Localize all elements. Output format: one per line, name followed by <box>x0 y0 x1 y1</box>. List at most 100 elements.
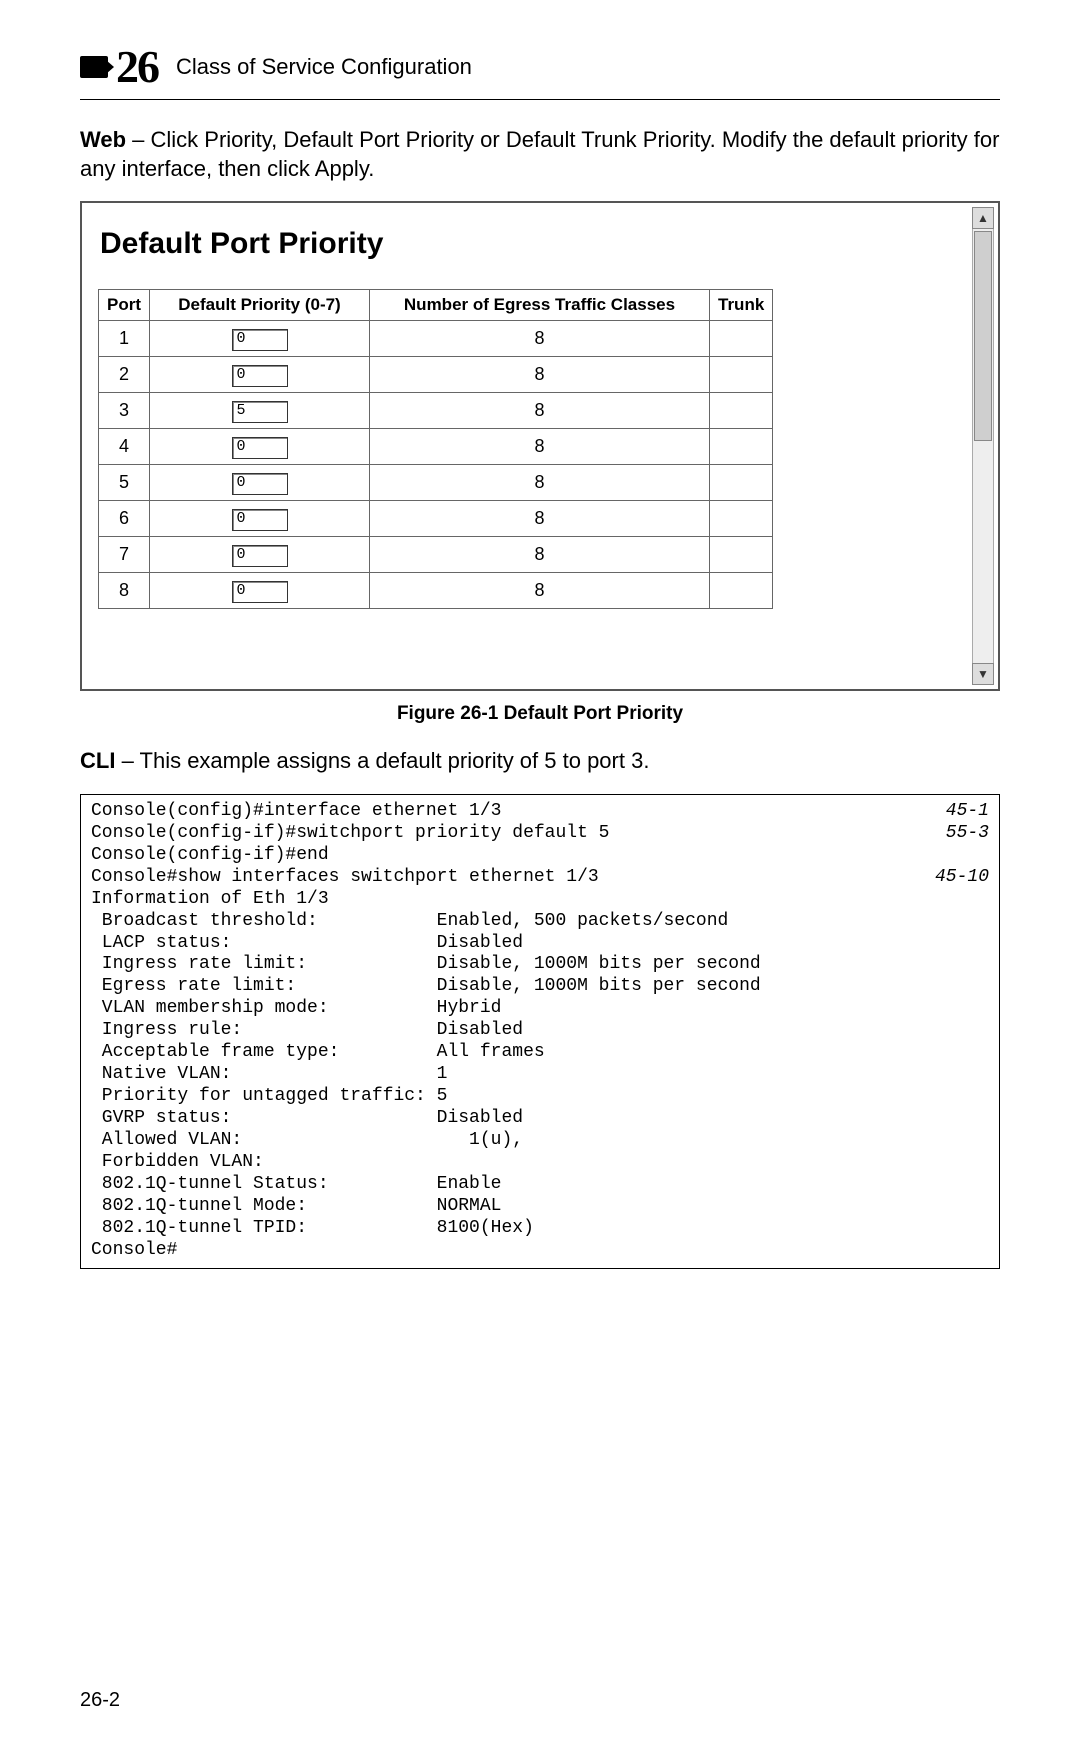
priority-input[interactable]: 0 <box>232 581 288 603</box>
scroll-track[interactable] <box>972 229 994 663</box>
cell-port: 8 <box>99 573 150 609</box>
cli-line: Console(config-if)#switchport priority d… <box>91 823 989 845</box>
cli-text-content: Egress rate limit: Disable, 1000M bits p… <box>91 976 989 998</box>
cli-line: Forbidden VLAN: <box>91 1152 989 1174</box>
cli-text: – This example assigns a default priorit… <box>115 748 649 773</box>
cell-trunk <box>710 573 773 609</box>
header-rule <box>80 99 1000 100</box>
table-row: 6 0 8 <box>99 501 773 537</box>
chapter-header: 26 Class of Service Configuration <box>80 40 1000 93</box>
priority-input[interactable]: 0 <box>232 545 288 567</box>
cell-priority: 0 <box>150 573 370 609</box>
cell-trunk <box>710 501 773 537</box>
col-classes: Number of Egress Traffic Classes <box>370 290 710 321</box>
cli-text-content: Console#show interfaces switchport ether… <box>91 867 919 889</box>
cli-text-content: Console# <box>91 1240 989 1262</box>
cli-line: VLAN membership mode: Hybrid <box>91 998 989 1020</box>
col-port: Port <box>99 290 150 321</box>
cli-reference: 45-1 <box>919 801 989 823</box>
panel-title: Default Port Priority <box>90 209 968 289</box>
cell-priority: 0 <box>150 501 370 537</box>
cli-line: Priority for untagged traffic: 5 <box>91 1086 989 1108</box>
cli-line: Ingress rule: Disabled <box>91 1020 989 1042</box>
cli-line: Native VLAN: 1 <box>91 1064 989 1086</box>
cell-port: 4 <box>99 429 150 465</box>
cli-label: CLI <box>80 748 115 773</box>
cell-port: 5 <box>99 465 150 501</box>
cli-text-content: Ingress rule: Disabled <box>91 1020 989 1042</box>
cell-trunk <box>710 393 773 429</box>
cli-text-content: GVRP status: Disabled <box>91 1108 989 1130</box>
priority-input[interactable]: 5 <box>232 401 288 423</box>
cli-line: 802.1Q-tunnel TPID: 8100(Hex) <box>91 1218 989 1240</box>
cell-classes: 8 <box>370 393 710 429</box>
cli-text-content: Native VLAN: 1 <box>91 1064 989 1086</box>
cli-reference: 55-3 <box>919 823 989 845</box>
cell-classes: 8 <box>370 501 710 537</box>
scroll-down-button[interactable]: ▼ <box>972 663 994 685</box>
cli-line: Acceptable frame type: All frames <box>91 1042 989 1064</box>
cli-text-content: Ingress rate limit: Disable, 1000M bits … <box>91 954 989 976</box>
cell-classes: 8 <box>370 357 710 393</box>
priority-input[interactable]: 0 <box>232 365 288 387</box>
table-row: 208 <box>99 357 773 393</box>
cell-priority: 5 <box>150 393 370 429</box>
cell-priority: 0 <box>150 537 370 573</box>
cell-trunk <box>710 465 773 501</box>
cell-trunk <box>710 357 773 393</box>
cli-text-content: Forbidden VLAN: <box>91 1152 989 1174</box>
cell-port: 6 <box>99 501 150 537</box>
cell-classes: 8 <box>370 573 710 609</box>
chapter-icon <box>80 56 108 78</box>
cli-text-content: Broadcast threshold: Enabled, 500 packet… <box>91 911 989 933</box>
cli-text-content: Console(config-if)#switchport priority d… <box>91 823 919 845</box>
cell-port: 3 <box>99 393 150 429</box>
cli-line: Console#show interfaces switchport ether… <box>91 867 989 889</box>
cli-text-content: Acceptable frame type: All frames <box>91 1042 989 1064</box>
priority-input[interactable]: 0 <box>232 329 288 351</box>
cli-reference: 45-10 <box>919 867 989 889</box>
col-priority: Default Priority (0-7) <box>150 290 370 321</box>
cli-line: Console(config)#interface ethernet 1/345… <box>91 801 989 823</box>
chapter-number: 26 <box>116 40 158 93</box>
web-text: – Click Priority, Default Port Priority … <box>80 127 999 181</box>
cli-line: Console# <box>91 1240 989 1262</box>
cli-line: Information of Eth 1/3 <box>91 889 989 911</box>
cli-text-content: VLAN membership mode: Hybrid <box>91 998 989 1020</box>
cli-line: Allowed VLAN: 1(u), <box>91 1130 989 1152</box>
cell-classes: 8 <box>370 537 710 573</box>
cli-text-content: 802.1Q-tunnel Status: Enable <box>91 1174 989 1196</box>
cell-classes: 8 <box>370 429 710 465</box>
cli-line: Ingress rate limit: Disable, 1000M bits … <box>91 954 989 976</box>
page-number: 26-2 <box>80 1689 1000 1712</box>
cli-line: 802.1Q-tunnel Mode: NORMAL <box>91 1196 989 1218</box>
cell-priority: 0 <box>150 429 370 465</box>
cli-text-content: Console(config)#interface ethernet 1/3 <box>91 801 919 823</box>
scroll-thumb[interactable] <box>974 231 992 441</box>
web-instructions: Web – Click Priority, Default Port Prior… <box>80 126 1000 183</box>
screenshot-frame: Default Port Priority Port Default Prior… <box>80 201 1000 691</box>
cell-priority: 0 <box>150 357 370 393</box>
cli-line: Console(config-if)#end <box>91 845 989 867</box>
figure-caption: Figure 26-1 Default Port Priority <box>80 703 1000 725</box>
col-trunk: Trunk <box>710 290 773 321</box>
priority-input[interactable]: 0 <box>232 437 288 459</box>
cli-line: LACP status: Disabled <box>91 933 989 955</box>
scrollbar[interactable]: ▲ ▼ <box>972 207 994 685</box>
cell-classes: 8 <box>370 321 710 357</box>
cell-trunk <box>710 321 773 357</box>
port-priority-table: Port Default Priority (0-7) Number of Eg… <box>98 289 773 609</box>
cell-trunk <box>710 537 773 573</box>
table-row: 108 <box>99 321 773 357</box>
cli-output: Console(config)#interface ethernet 1/345… <box>80 794 1000 1269</box>
cli-text-content: 802.1Q-tunnel Mode: NORMAL <box>91 1196 989 1218</box>
priority-input[interactable]: 0 <box>232 509 288 531</box>
priority-input[interactable]: 0 <box>232 473 288 495</box>
table-row: 8 0 8 <box>99 573 773 609</box>
cli-text-content: Console(config-if)#end <box>91 845 989 867</box>
table-row: 7 0 8 <box>99 537 773 573</box>
scroll-up-button[interactable]: ▲ <box>972 207 994 229</box>
cell-port: 7 <box>99 537 150 573</box>
table-row: 508 <box>99 465 773 501</box>
cli-text-content: Priority for untagged traffic: 5 <box>91 1086 989 1108</box>
